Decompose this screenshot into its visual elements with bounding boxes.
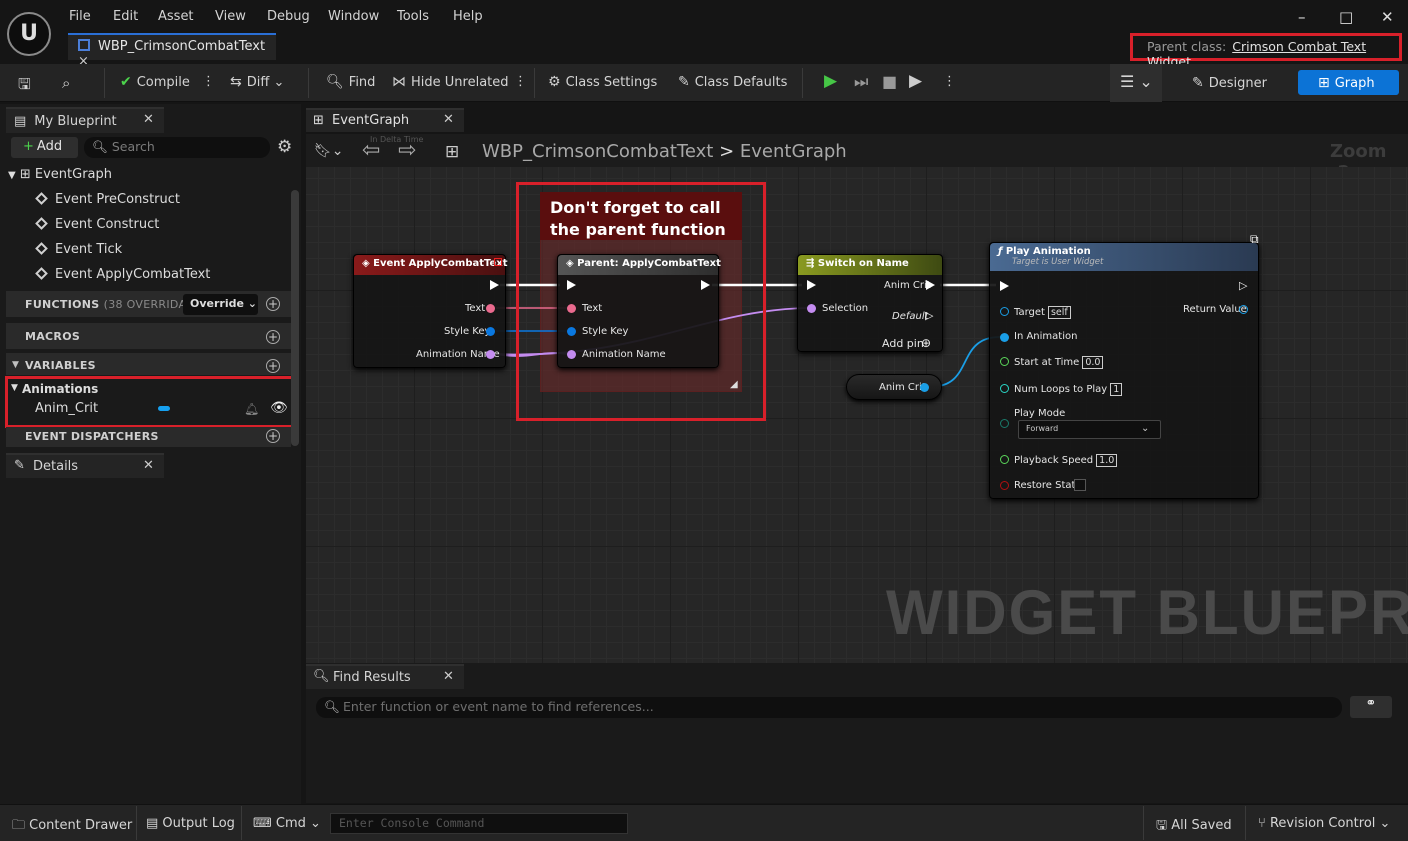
all-saved-label: All Saved <box>1171 818 1232 833</box>
add-pin-icon[interactable]: ⊕ <box>921 336 931 350</box>
exec-in-pin[interactable] <box>807 280 816 290</box>
text-pin[interactable] <box>486 304 495 313</box>
chevron-down-icon: ⌄ <box>1141 423 1150 434</box>
status-divider <box>136 806 137 840</box>
console-input[interactable]: Enter Console Command <box>330 813 628 834</box>
delegate-pin-icon[interactable] <box>494 258 502 266</box>
event-diamond-icon: ◈ <box>362 258 374 269</box>
content-drawer-icon: 🗀︎ <box>12 818 30 833</box>
start-time-pin[interactable] <box>1000 357 1009 366</box>
num-loops-pin[interactable] <box>1000 384 1009 393</box>
find-icon: 🔍︎ <box>313 669 330 684</box>
all-saved-indicator[interactable]: 🖫 All Saved <box>1156 816 1232 838</box>
node-header: ƒ Play Animation Target is User Widget <box>990 243 1258 271</box>
find-results-tab-label: Find Results <box>333 670 411 685</box>
restore-state-checkbox[interactable] <box>1074 479 1086 491</box>
start-time-row[interactable]: Start at Time 0.0 <box>1014 356 1104 369</box>
in-animation-pin[interactable] <box>1000 333 1009 342</box>
pin-label: Anim Crit <box>884 280 931 291</box>
return-value-pin[interactable] <box>1239 305 1248 314</box>
pin-label: In Animation <box>1014 331 1078 342</box>
add-pin-button[interactable]: Add pin <box>882 337 924 350</box>
pin-label: Style Key <box>444 326 491 337</box>
node-title: Event ApplyCombatText <box>373 258 508 269</box>
binoculars-icon: ⚭ <box>1365 696 1377 711</box>
node-title: Play Animation <box>1005 246 1091 257</box>
pin-label: Anim Crit <box>879 382 926 393</box>
function-f-icon: ƒ <box>998 246 1006 257</box>
close-icon[interactable]: ✕ <box>443 669 454 684</box>
output-log-label: Output Log <box>162 816 235 831</box>
pin-label: Selection <box>822 303 869 314</box>
selection-pin[interactable] <box>807 304 816 313</box>
save-check-icon: 🖫 <box>1156 818 1172 833</box>
node-header: ⇶ Switch on Name <box>798 255 942 275</box>
binoculars-button[interactable]: ⚭ <box>1350 696 1392 718</box>
revision-control-label: Revision Control <box>1269 816 1376 831</box>
node-title: Switch on Name <box>817 258 909 269</box>
play-mode-dropdown[interactable]: Forward ⌄ <box>1018 420 1161 439</box>
pin-label: Restore State <box>1014 480 1082 491</box>
terminal-icon: ⌨ <box>253 816 276 831</box>
play-mode-pin[interactable] <box>1000 419 1009 428</box>
node-header: ◈ Event ApplyCombatText <box>354 255 508 275</box>
exec-out-hollow-pin[interactable]: ▷ <box>925 309 933 322</box>
pin-label: Return Value <box>1183 304 1247 315</box>
revision-control-dropdown[interactable]: ⑂ Revision Control ⌄ <box>1258 816 1390 831</box>
restore-state-pin[interactable] <box>1000 481 1009 490</box>
playback-speed-row[interactable]: Playback Speed 1.0 <box>1014 454 1118 467</box>
blueprint-editor: U File Edit Asset View Debug Window Tool… <box>0 0 1408 841</box>
find-placeholder: Enter function or event name to find ref… <box>343 699 654 714</box>
chevron-down-icon: ⌄ <box>310 816 321 831</box>
node-subtitle: Target is User Widget <box>1012 257 1104 267</box>
output-log-button[interactable]: ▤ Output Log <box>146 816 235 831</box>
chevron-down-icon: ⌄ <box>1379 816 1391 831</box>
revision-control-icon: ⑂ <box>1258 816 1270 831</box>
content-drawer-button[interactable]: 🗀︎ Content Drawer <box>12 816 132 838</box>
anim-object-pin[interactable] <box>920 383 929 392</box>
find-results-tab[interactable]: 🔍︎ Find Results <box>306 664 464 689</box>
find-results-input[interactable]: 🔍︎ Enter function or event name to find r… <box>316 697 1342 718</box>
target-pin[interactable] <box>1000 307 1009 316</box>
pin-label: Play Mode <box>1014 408 1066 419</box>
status-divider <box>1245 806 1246 840</box>
find-results-panel <box>306 663 1408 803</box>
console-placeholder: Enter Console Command <box>339 816 485 830</box>
latent-icon: ⧉ <box>1250 232 1259 246</box>
playback-speed-pin[interactable] <box>1000 455 1009 464</box>
exec-in-pin[interactable] <box>1000 281 1009 291</box>
target-row: Target self <box>1014 306 1071 319</box>
exec-out-pin[interactable]: ▷ <box>1239 279 1247 292</box>
play-mode-value: Forward <box>1026 424 1059 433</box>
animname-pin[interactable] <box>486 350 495 359</box>
num-loops-row[interactable]: Num Loops to Play 1 <box>1014 383 1123 396</box>
stylekey-pin[interactable] <box>486 327 495 336</box>
cmd-dropdown[interactable]: ⌨ Cmd ⌄ <box>253 816 321 831</box>
search-icon: 🔍︎ <box>324 699 340 714</box>
pin-label: Text <box>465 303 486 314</box>
switch-icon: ⇶ <box>806 258 818 269</box>
status-divider <box>1143 806 1144 840</box>
status-divider <box>241 806 242 840</box>
pin-label: Default <box>892 311 929 322</box>
comment-highlight-box <box>516 182 766 421</box>
output-log-icon: ▤ <box>146 816 163 831</box>
exec-out-pin[interactable] <box>926 280 935 290</box>
content-drawer-label: Content Drawer <box>29 818 133 833</box>
cmd-label: Cmd <box>275 816 306 831</box>
exec-out-pin[interactable] <box>490 280 499 290</box>
